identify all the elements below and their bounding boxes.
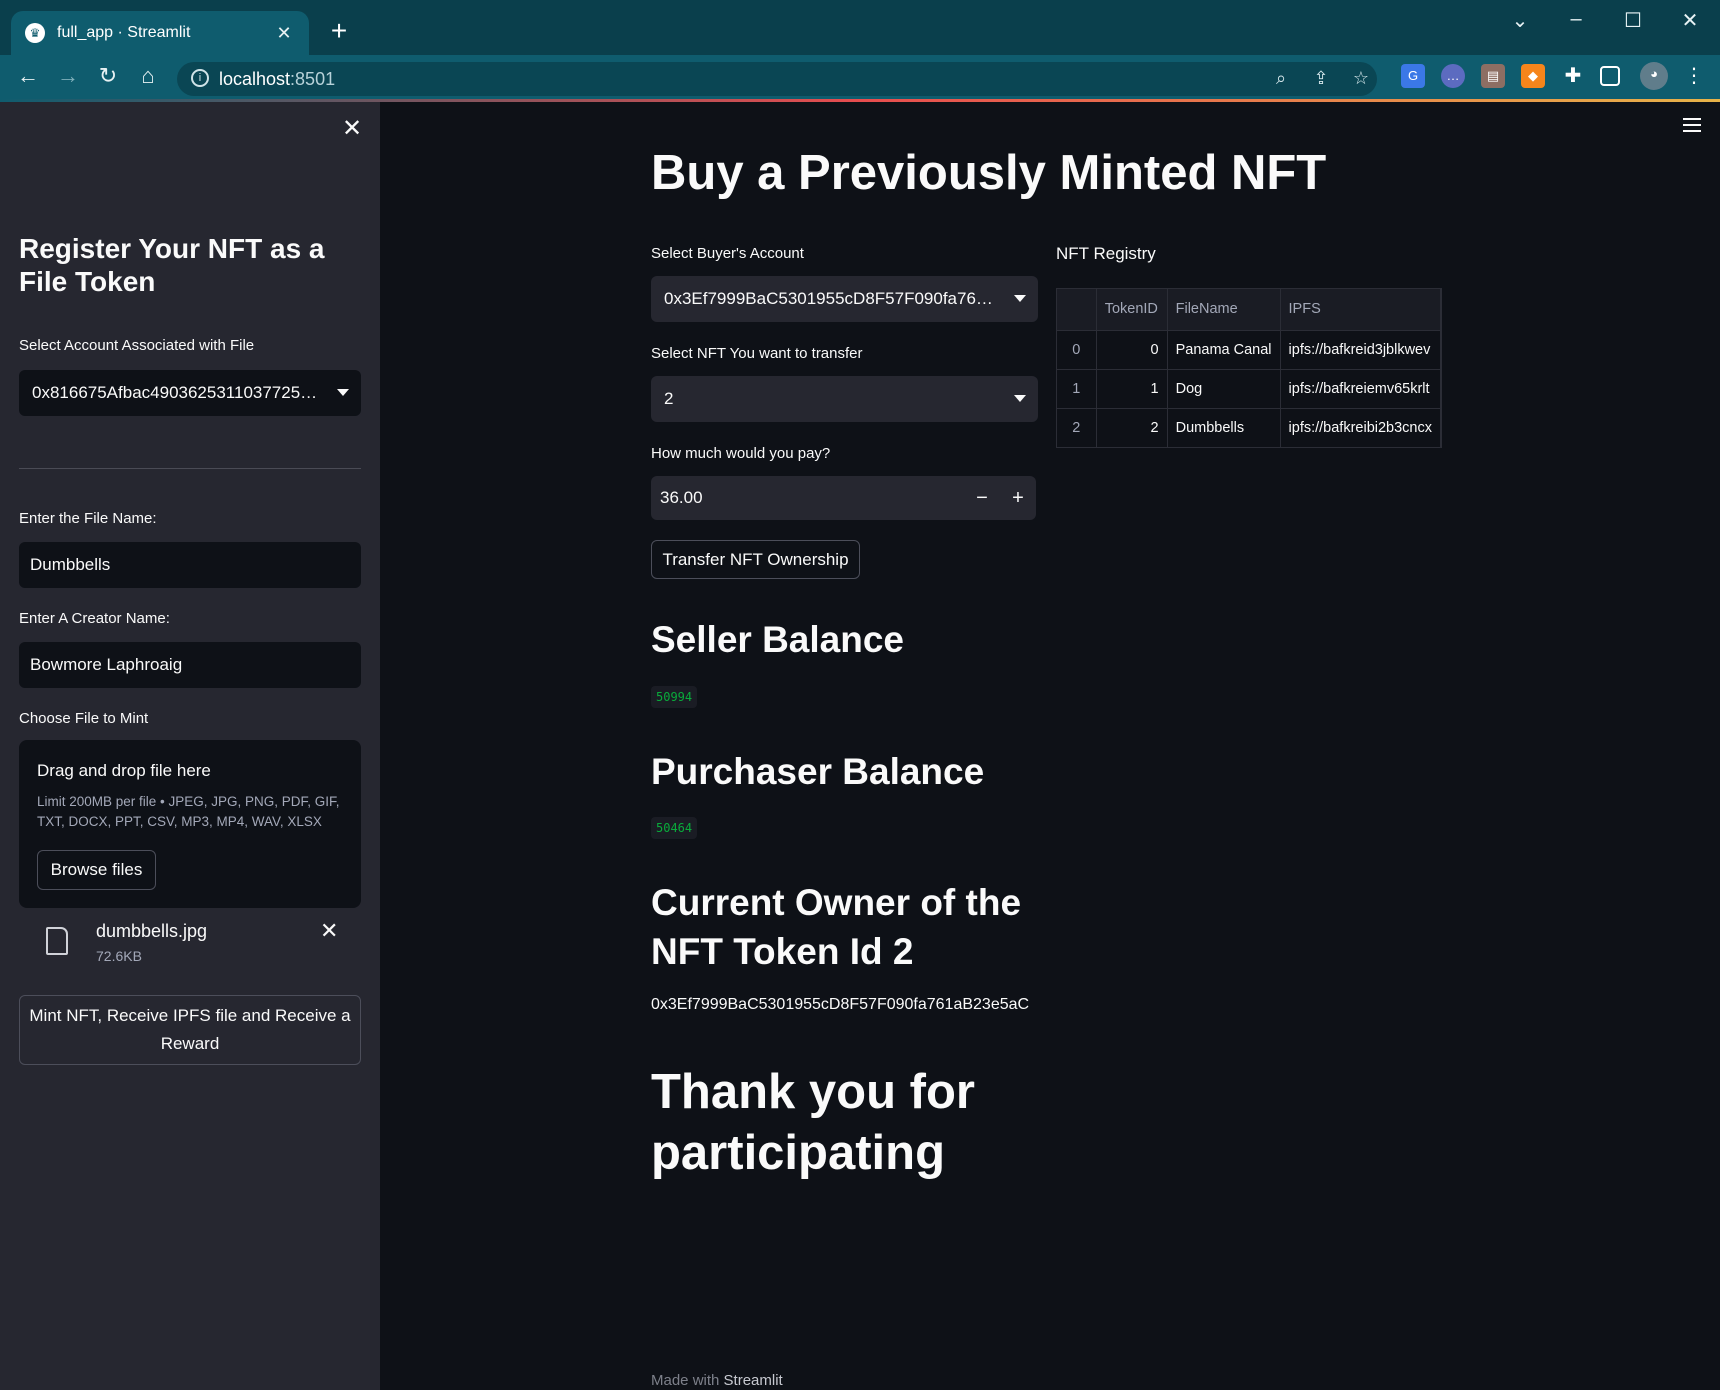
forward-icon[interactable]: → (53, 62, 83, 90)
table-row: 2 2 Dumbbells ipfs://bafkreibi2b3cncx (1057, 408, 1441, 447)
purchaser-balance-heading: Purchaser Balance (651, 751, 985, 792)
current-owner-heading: Current Owner of the NFT Token Id 2 (651, 882, 1022, 972)
registry-table[interactable]: TokenID FileName IPFS 0 0 Panama Canal i… (1056, 288, 1442, 448)
mint-nft-button[interactable]: Mint NFT, Receive IPFS file and Receive … (19, 995, 361, 1065)
seller-balance-heading: Seller Balance (651, 619, 904, 660)
cell-tokenid[interactable]: 0 (1096, 330, 1168, 370)
footer: Made with Streamlit (651, 1372, 783, 1389)
zoom-icon[interactable]: ⌕ (1267, 68, 1295, 89)
file-name-input[interactable]: Dumbbells (19, 542, 361, 588)
share-icon[interactable]: ⇪ (1307, 68, 1335, 89)
column-header-tokenid[interactable]: TokenID (1096, 289, 1168, 331)
browser-chrome: ♛ full_app · Streamlit ✕ + ⌄ – ☐ ✕ ← → ↻… (0, 0, 1720, 102)
profile-avatar-icon[interactable]: ◕ (1640, 62, 1668, 90)
new-tab-icon[interactable]: + (326, 17, 352, 45)
table-row: 0 0 Panama Canal ipfs://bafkreid3jblkwev (1057, 330, 1441, 370)
tab-title: full_app · Streamlit (57, 24, 191, 41)
sidebar-close-icon[interactable]: ✕ (340, 114, 364, 143)
app-menu-icon[interactable] (1683, 118, 1701, 132)
account-select-value: 0x816675Afbac49036253110377255… (32, 383, 327, 402)
footer-streamlit-link[interactable]: Streamlit (724, 1372, 783, 1389)
chat-extension-icon[interactable]: … (1441, 64, 1465, 88)
column-header-filename[interactable]: FileName (1167, 289, 1281, 331)
nft-select[interactable]: 2 (651, 376, 1038, 422)
cell-tokenid[interactable]: 2 (1096, 408, 1168, 447)
caret-down-icon (337, 389, 349, 396)
account-label: Select Account Associated with File (19, 337, 255, 354)
row-index: 0 (1057, 330, 1097, 370)
creator-label: Enter A Creator Name: (19, 610, 170, 627)
seller-balance-value: 50994 (651, 686, 698, 708)
cell-filename[interactable]: Dog (1167, 369, 1281, 409)
choose-file-label: Choose File to Mint (19, 710, 149, 727)
caret-down-icon (1014, 295, 1026, 302)
pay-amount-value: 36.00 (660, 488, 703, 507)
translate-extension-icon[interactable]: G (1401, 64, 1425, 88)
cell-ipfs[interactable]: ipfs://bafkreiemv65krlt (1280, 369, 1441, 409)
dropzone-limit: Limit 200MB per file • JPEG, JPG, PNG, P… (37, 794, 340, 829)
browser-tab[interactable]: ♛ full_app · Streamlit ✕ (11, 11, 309, 55)
buyer-account-value: 0x3Ef7999BaC5301955cD8F57F090fa761a… (664, 289, 1012, 308)
streamlit-favicon-icon: ♛ (25, 23, 45, 43)
sidepanel-icon[interactable] (1600, 66, 1620, 86)
purchaser-balance-value: 50464 (651, 817, 698, 839)
tab-close-icon[interactable]: ✕ (273, 23, 295, 44)
creator-name-input[interactable]: Bowmore Laphroaig (19, 642, 361, 688)
decrement-icon[interactable]: − (964, 476, 1000, 520)
site-info-icon[interactable]: i (191, 69, 209, 87)
uploaded-file-name: dumbbells.jpg (96, 921, 208, 941)
file-dropzone[interactable]: Drag and drop file here Limit 200MB per … (19, 740, 361, 908)
browse-files-button[interactable]: Browse files (37, 850, 156, 890)
sidebar-title: Register Your NFT as a File Token (19, 233, 325, 297)
row-index: 1 (1057, 369, 1097, 409)
window-close-icon[interactable]: ✕ (1670, 8, 1710, 33)
metamask-fox-icon[interactable]: ◆ (1521, 64, 1545, 88)
column-header-ipfs[interactable]: IPFS (1280, 289, 1441, 331)
file-icon (46, 927, 68, 955)
address-bar[interactable]: i localhost:8501 ⌕ ⇪ ☆ (177, 62, 1377, 96)
buyer-account-label: Select Buyer's Account (651, 245, 804, 262)
buyer-account-select[interactable]: 0x3Ef7999BaC5301955cD8F57F090fa761a… (651, 276, 1038, 322)
file-name-label: Enter the File Name: (19, 510, 157, 527)
pay-amount-input[interactable]: 36.00 − + (651, 476, 1036, 520)
thank-you-heading: Thank you for participating (651, 1065, 975, 1180)
nft-select-value: 2 (664, 389, 674, 408)
cell-filename[interactable]: Dumbbells (1167, 408, 1281, 447)
divider (19, 468, 361, 469)
browser-menu-icon[interactable]: ⋮ (1682, 64, 1706, 88)
sidebar: ✕ Register Your NFT as a File Token Sele… (0, 102, 380, 1390)
row-index: 2 (1057, 408, 1097, 447)
footer-prefix: Made with (651, 1372, 724, 1389)
registry-title: NFT Registry (1056, 244, 1156, 263)
column-header-index[interactable] (1057, 289, 1097, 331)
nft-select-label: Select NFT You want to transfer (651, 345, 863, 362)
reload-icon[interactable]: ↻ (93, 62, 123, 90)
cell-ipfs[interactable]: ipfs://bafkreibi2b3cncx (1280, 408, 1441, 447)
minimize-icon[interactable]: – (1556, 8, 1596, 31)
home-icon[interactable]: ⌂ (133, 62, 163, 90)
increment-icon[interactable]: + (1000, 476, 1036, 520)
remove-file-icon[interactable]: ✕ (320, 918, 338, 944)
uploaded-file-size: 72.6KB (96, 948, 142, 964)
table-header-row: TokenID FileName IPFS (1057, 289, 1441, 331)
maximize-icon[interactable]: ☐ (1613, 8, 1653, 33)
page-title: Buy a Previously Minted NFT (651, 146, 1327, 200)
cell-ipfs[interactable]: ipfs://bafkreid3jblkwev (1280, 330, 1441, 370)
pay-amount-label: How much would you pay? (651, 445, 831, 462)
tab-search-icon[interactable]: ⌄ (1500, 8, 1540, 33)
tab-strip: ♛ full_app · Streamlit ✕ + ⌄ – ☐ ✕ (0, 0, 1720, 55)
url-text: localhost:8501 (219, 69, 336, 89)
caret-down-icon (1014, 395, 1026, 402)
back-icon[interactable]: ← (13, 62, 43, 90)
owner-address: 0x3Ef7999BaC5301955cD8F57F090fa761aB23e5… (651, 996, 1030, 1013)
account-select[interactable]: 0x816675Afbac49036253110377255… (19, 370, 361, 416)
dropzone-title: Drag and drop file here (37, 761, 211, 780)
bookmark-star-icon[interactable]: ☆ (1347, 68, 1375, 89)
table-row: 1 1 Dog ipfs://bafkreiemv65krlt (1057, 369, 1441, 409)
transfer-nft-button[interactable]: Transfer NFT Ownership (651, 540, 860, 579)
extensions-puzzle-icon[interactable]: ✚ (1561, 64, 1585, 88)
extension-icon[interactable]: ▤ (1481, 64, 1505, 88)
cell-tokenid[interactable]: 1 (1096, 369, 1168, 409)
cell-filename[interactable]: Panama Canal (1167, 330, 1281, 370)
